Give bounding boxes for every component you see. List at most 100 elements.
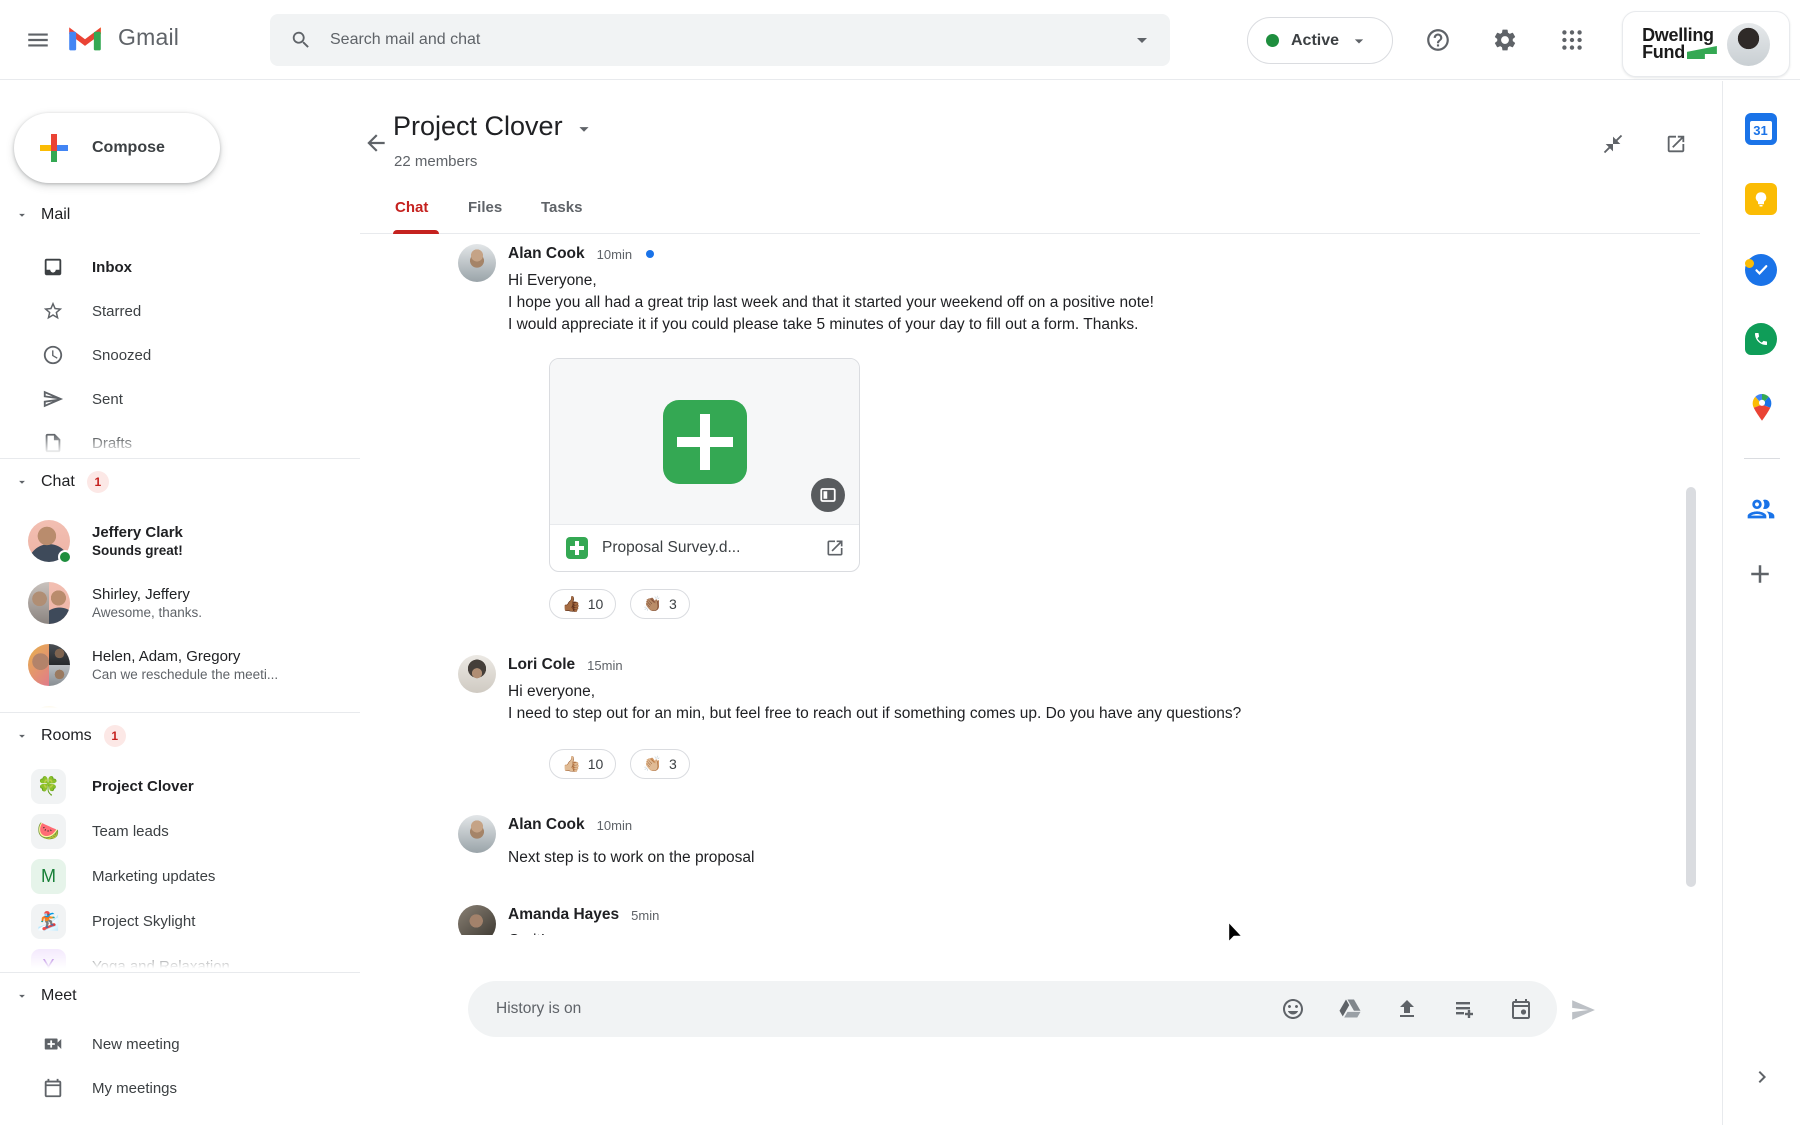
- expand-panel-chevron-icon[interactable]: [1750, 1065, 1774, 1089]
- conversation-helen-chang[interactable]: Helen Chang: [0, 696, 360, 712]
- avatar: [458, 244, 496, 282]
- message-time: 15min: [587, 657, 623, 673]
- send-message-icon[interactable]: [1570, 997, 1596, 1023]
- thumbs-up-emoji: 👍🏾: [562, 595, 581, 613]
- meet-section-label: Meet: [41, 987, 77, 1004]
- room-item-team-leads[interactable]: 🍉 Team leads: [0, 809, 360, 854]
- collapse-panel-icon[interactable]: [1598, 129, 1628, 159]
- room-item-project-clover[interactable]: 🍀 Project Clover: [0, 764, 360, 809]
- chat-section-header[interactable]: Chat 1: [0, 462, 360, 502]
- conversation-helen-adam-gregory[interactable]: Helen, Adam, Gregory Can we reschedule t…: [0, 634, 360, 696]
- message-time: 10min: [596, 246, 633, 262]
- google-calendar-icon[interactable]: 31: [1744, 113, 1779, 147]
- google-tasks-icon[interactable]: [1744, 254, 1779, 288]
- sidebar-item-drafts[interactable]: Drafts: [0, 421, 360, 458]
- upload-icon[interactable]: [1395, 997, 1419, 1021]
- reaction-clapping-hands[interactable]: 👏🏼 3: [630, 749, 690, 779]
- tab-files[interactable]: Files: [468, 199, 502, 233]
- sidebar-item-sent[interactable]: Sent: [0, 377, 360, 421]
- message-author: Alan Cook: [508, 816, 585, 833]
- google-drive-icon[interactable]: [1338, 997, 1362, 1021]
- compose-button[interactable]: Compose: [14, 113, 220, 183]
- tab-tasks[interactable]: Tasks: [541, 199, 582, 233]
- attachment-preview: [550, 359, 859, 525]
- google-voice-icon[interactable]: [1744, 323, 1779, 357]
- message-input-pill[interactable]: [468, 981, 1557, 1037]
- reaction-thumbs-up[interactable]: 👍🏼 10: [549, 749, 617, 779]
- app-name: Gmail: [118, 23, 180, 50]
- sidebar-item-starred[interactable]: Starred: [0, 289, 360, 333]
- meet-section-header[interactable]: Meet: [0, 976, 360, 1016]
- gmail-logo[interactable]: Gmail: [66, 22, 179, 52]
- conversation-name: Shirley, Jeffery: [92, 585, 190, 603]
- scrollbar-thumb[interactable]: [1686, 487, 1696, 887]
- calendar-icon: [44, 1078, 62, 1098]
- google-keep-icon[interactable]: [1744, 183, 1779, 217]
- sidebar-item-label: New meeting: [92, 1035, 180, 1053]
- room-emoji-avatar: 🍀: [31, 769, 66, 804]
- google-apps-grid-icon[interactable]: [1558, 26, 1586, 54]
- right-side-rail: 31: [1722, 81, 1800, 1125]
- open-in-new-icon[interactable]: [825, 538, 845, 558]
- mail-section-header[interactable]: Mail: [0, 195, 360, 235]
- gmail-app: Gmail Active Dwelling Fund: [0, 0, 1800, 1125]
- account-org-card[interactable]: Dwelling Fund: [1622, 11, 1790, 77]
- add-addon-plus-icon[interactable]: [1745, 559, 1779, 593]
- composer-area: [360, 935, 1722, 1125]
- help-icon[interactable]: [1424, 26, 1452, 54]
- unread-dot: [646, 250, 655, 258]
- rooms-section-header[interactable]: Rooms 1: [0, 716, 360, 756]
- room-title-menu[interactable]: Project Clover: [393, 111, 595, 142]
- account-avatar[interactable]: [1726, 22, 1770, 66]
- open-in-new-icon[interactable]: [1661, 129, 1691, 159]
- sidebar-item-label: Drafts: [92, 434, 133, 452]
- message-input[interactable]: [496, 1000, 1248, 1018]
- org-logo: Dwelling Fund: [1642, 26, 1717, 61]
- room-item-label: Yoga and Relaxation: [92, 958, 230, 972]
- sidebar-item-new-meeting[interactable]: New meeting: [0, 1022, 360, 1066]
- message-author: Amanda Hayes: [508, 906, 620, 923]
- sidebar-item-inbox[interactable]: Inbox: [0, 245, 360, 289]
- conversation-jeffery-clark[interactable]: Jeffery Clark Sounds great!: [0, 510, 360, 572]
- open-side-panel-icon[interactable]: [811, 478, 845, 512]
- reaction-thumbs-up[interactable]: 👍🏾 10: [549, 589, 617, 619]
- sidebar-item-my-meetings[interactable]: My meetings: [0, 1066, 360, 1110]
- google-maps-icon[interactable]: [1746, 391, 1778, 429]
- room-item-yoga-and-relaxation[interactable]: Y Yoga and Relaxation: [0, 944, 360, 972]
- thumbs-up-emoji: 👍🏼: [562, 755, 581, 773]
- search-options-caret-icon[interactable]: [1130, 28, 1154, 52]
- room-item-project-skylight[interactable]: 🏂 Project Skylight: [0, 899, 360, 944]
- mail-section-label: Mail: [41, 206, 71, 223]
- attachment-card[interactable]: Proposal Survey.d...: [549, 358, 860, 572]
- sidebar-item-label: My meetings: [92, 1079, 178, 1097]
- back-arrow-icon[interactable]: [360, 127, 392, 159]
- note-add-icon[interactable]: [1452, 997, 1476, 1021]
- hamburger-menu-icon[interactable]: [24, 26, 52, 54]
- status-selector[interactable]: Active: [1247, 17, 1393, 64]
- room-item-marketing-updates[interactable]: M Marketing updates: [0, 854, 360, 899]
- settings-gear-icon[interactable]: [1491, 26, 1519, 54]
- org-logo-flag-shape: [1686, 46, 1717, 59]
- calendar-event-icon[interactable]: [1509, 997, 1533, 1021]
- message: Alan Cook 10min Next step is to work on …: [458, 815, 754, 869]
- avatar: [28, 520, 72, 564]
- room-panel: Project Clover 22 members Chat Files Tas…: [360, 81, 1722, 1125]
- search-bar[interactable]: [270, 14, 1170, 66]
- top-bar: Gmail Active Dwelling Fund: [0, 0, 1800, 80]
- sidebar-item-label: Sent: [92, 390, 123, 408]
- room-item-label: Project Clover: [92, 778, 194, 795]
- tab-chat[interactable]: Chat: [395, 199, 428, 233]
- contacts-icon[interactable]: [1745, 493, 1779, 527]
- conversation-name: Helen, Adam, Gregory: [92, 647, 241, 665]
- sidebar-item-snoozed[interactable]: Snoozed: [0, 333, 360, 377]
- room-letter-avatar: Y: [31, 949, 66, 972]
- search-input[interactable]: [330, 31, 1130, 49]
- reaction-clapping-hands[interactable]: 👏🏽 3: [630, 589, 690, 619]
- rooms-section-label: Rooms: [41, 727, 92, 744]
- conversation-shirley-jeffery[interactable]: Shirley, Jeffery Awesome, thanks.: [0, 572, 360, 634]
- clock-icon: [43, 345, 63, 365]
- chevron-down-icon: [1354, 38, 1364, 43]
- calendar-day-number: 31: [1749, 121, 1772, 140]
- emoji-icon[interactable]: [1281, 997, 1305, 1021]
- room-emoji-avatar: 🏂: [31, 904, 66, 939]
